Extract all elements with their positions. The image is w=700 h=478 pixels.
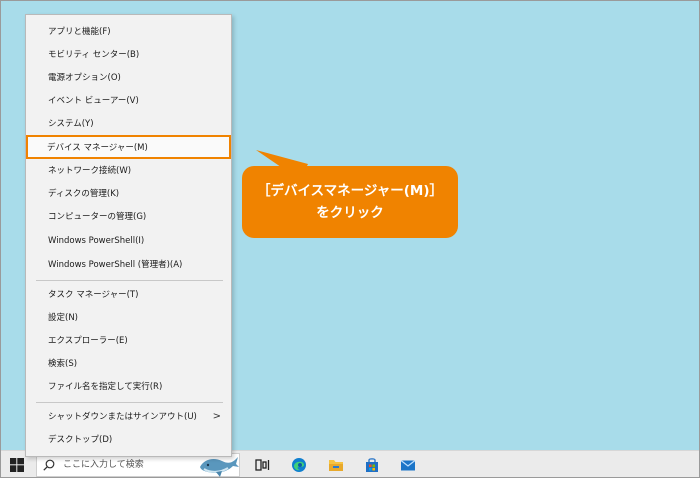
menu-item-shutdown-signout[interactable]: シャットダウンまたはサインアウト(U) > xyxy=(26,406,231,428)
menu-item-power-options[interactable]: 電源オプション(O) xyxy=(26,67,231,89)
menu-item-system[interactable]: システム(Y) xyxy=(26,113,231,135)
menu-separator xyxy=(36,402,223,403)
menu-item-run[interactable]: ファイル名を指定して実行(R) xyxy=(26,376,231,398)
menu-item-desktop[interactable]: デスクトップ(D) xyxy=(26,429,231,451)
menu-item-mobility-center[interactable]: モビリティ センター(B) xyxy=(26,44,231,66)
menu-item-settings[interactable]: 設定(N) xyxy=(26,307,231,329)
chevron-right-icon: > xyxy=(212,411,221,422)
menu-item-powershell[interactable]: Windows PowerShell(I) xyxy=(26,230,231,252)
search-placeholder: ここに入力して検索 xyxy=(63,460,144,470)
store-icon[interactable] xyxy=(364,457,380,473)
menu-item-explorer[interactable]: エクスプローラー(E) xyxy=(26,330,231,352)
mail-icon[interactable] xyxy=(400,457,416,473)
callout-line-2: をクリック xyxy=(316,205,384,221)
menu-item-label: シャットダウンまたはサインアウト(U) xyxy=(48,412,197,422)
edge-icon[interactable] xyxy=(291,457,307,473)
winx-context-menu: アプリと機能(F) モビリティ センター(B) 電源オプション(O) イベント … xyxy=(25,14,232,457)
menu-item-device-manager[interactable]: デバイス マネージャー(M) xyxy=(26,135,231,159)
search-icon xyxy=(43,459,55,471)
windows-start-icon[interactable] xyxy=(10,458,24,472)
callout-line-1: ［デバイスマネージャー(M)］ xyxy=(256,183,444,199)
menu-item-event-viewer[interactable]: イベント ビューアー(V) xyxy=(26,90,231,112)
task-view-icon[interactable] xyxy=(255,457,271,473)
menu-item-disk-management[interactable]: ディスクの管理(K) xyxy=(26,183,231,205)
menu-item-task-manager[interactable]: タスク マネージャー(T) xyxy=(26,284,231,306)
menu-separator xyxy=(36,280,223,281)
instruction-callout: ［デバイスマネージャー(M)］ をクリック xyxy=(242,166,458,238)
menu-item-powershell-admin[interactable]: Windows PowerShell (管理者)(A) xyxy=(26,254,231,276)
menu-item-network-connections[interactable]: ネットワーク接続(W) xyxy=(26,160,231,182)
menu-item-apps-features[interactable]: アプリと機能(F) xyxy=(26,21,231,43)
file-explorer-icon[interactable] xyxy=(328,457,344,473)
menu-item-search[interactable]: 検索(S) xyxy=(26,353,231,375)
menu-item-computer-management[interactable]: コンピューターの管理(G) xyxy=(26,206,231,228)
